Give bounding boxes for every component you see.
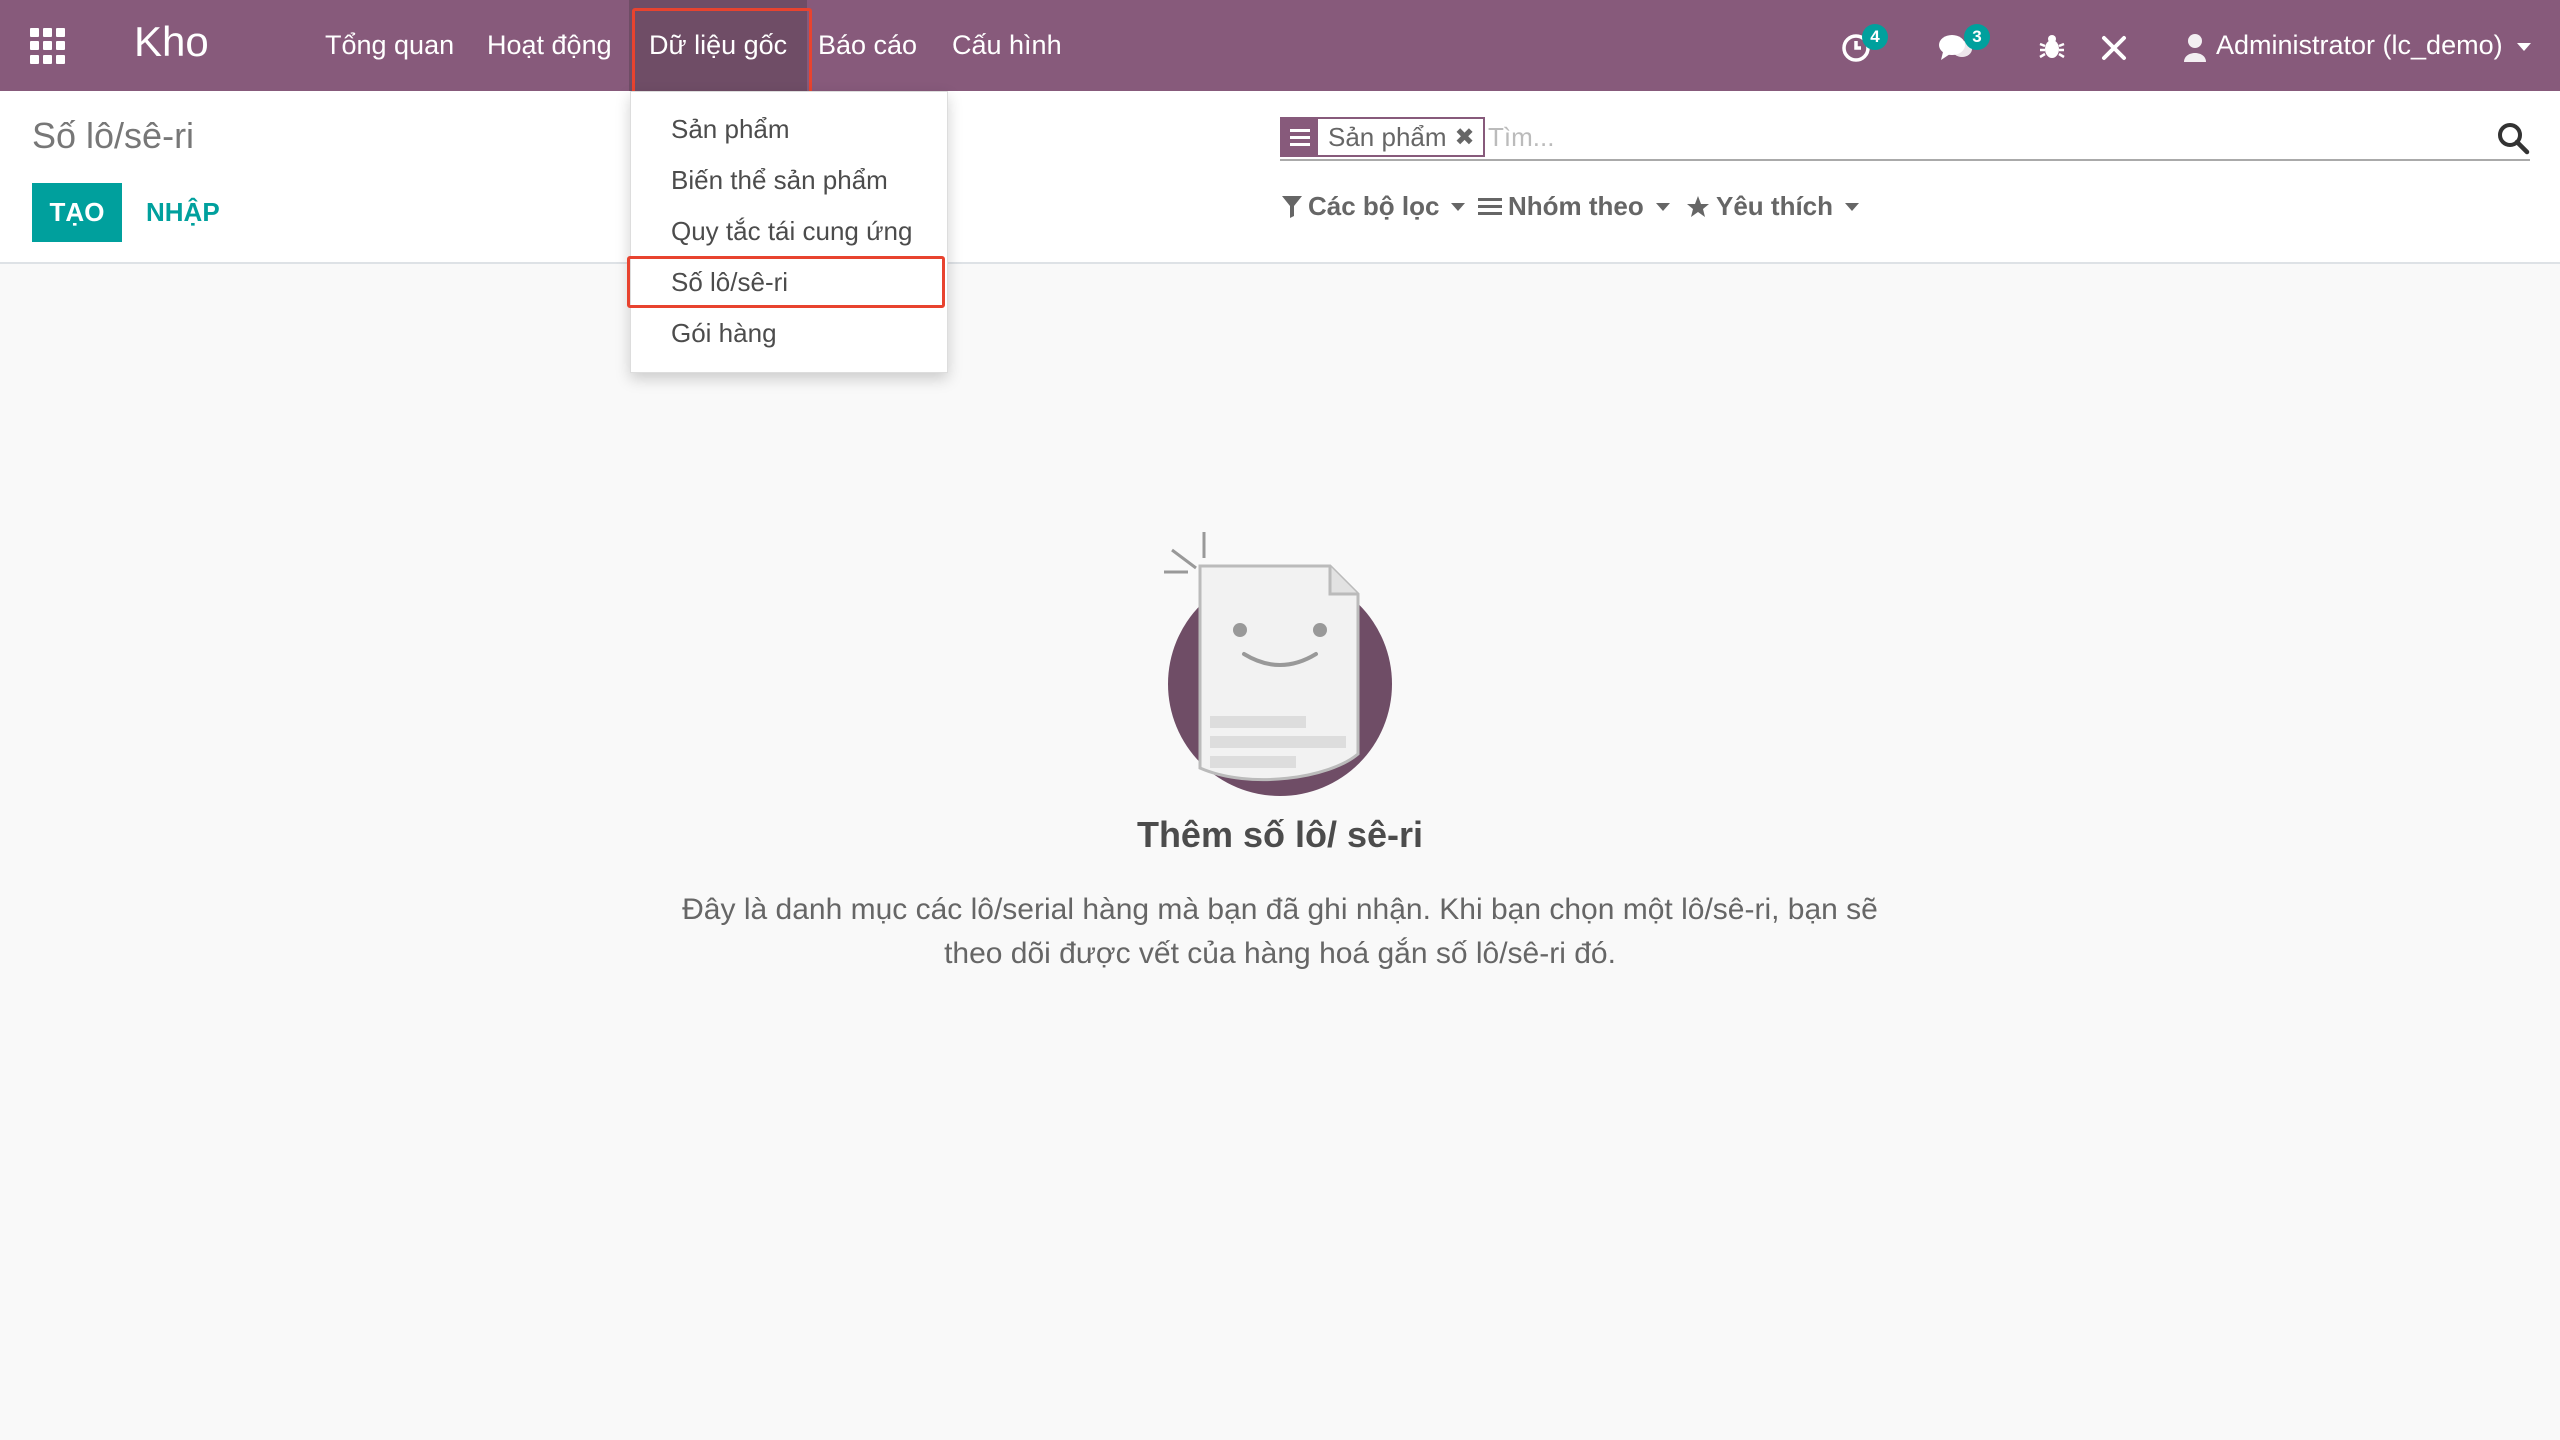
menu-configuration[interactable]: Cấu hình [952, 0, 1062, 91]
empty-state-line-2: theo dõi được vết của hàng hoá gắn số lô… [944, 937, 1616, 970]
user-name: Administrator (lc_demo) [2216, 30, 2503, 60]
dropdown-item-product-variants[interactable]: Biến thể sản phẩm [671, 165, 888, 196]
empty-state-description: Đây là danh mục các lô/serial hàng mà bạ… [680, 888, 1880, 976]
list-icon [1478, 197, 1502, 215]
menu-overview[interactable]: Tổng quan [325, 0, 454, 91]
empty-state-line-1: Đây là danh mục các lô/serial hàng mà bạ… [682, 893, 1878, 926]
groupby-list-icon [1282, 119, 1318, 155]
filter-icon [1282, 195, 1302, 218]
empty-state-title: Thêm số lô/ sê-ri [1136, 814, 1424, 855]
filters-dropdown[interactable]: Các bộ lọc [1282, 191, 1466, 222]
chevron-down-icon [1655, 202, 1670, 211]
menu-operations[interactable]: Hoạt động [487, 0, 612, 91]
search-input[interactable] [1488, 117, 2468, 157]
groupby-label: Nhóm theo [1508, 191, 1644, 221]
activity-badge: 4 [1862, 24, 1888, 50]
groupby-dropdown[interactable]: Nhóm theo [1478, 191, 1670, 222]
chevron-down-icon [2516, 42, 2531, 51]
messages-icon[interactable]: 3 [1938, 24, 2002, 66]
page-title: Số lô/sê-ri [32, 115, 195, 156]
facet-remove-icon[interactable]: ✖ [1455, 123, 1483, 152]
empty-document-illustration [1164, 532, 1392, 796]
dropdown-item-packages[interactable]: Gói hàng [671, 318, 777, 349]
master-data-dropdown: Sản phẩm Biến thể sản phẩm Quy tắc tái c… [627, 91, 948, 373]
activity-icon[interactable]: 4 [1840, 24, 1900, 66]
top-navbar: Kho Tổng quan Hoạt động Dữ liệu gốc Báo … [0, 0, 2560, 98]
debug-bug-icon[interactable] [2038, 26, 2068, 66]
search-icon[interactable] [2496, 121, 2530, 155]
favorites-dropdown[interactable]: Yêu thích [1686, 191, 1860, 222]
dropdown-item-lots-serials[interactable]: Số lô/sê-ri [671, 267, 788, 298]
user-menu[interactable]: Administrator (lc_demo) [2184, 0, 2531, 91]
menu-reporting[interactable]: Báo cáo [818, 0, 917, 91]
create-button[interactable]: TẠO [32, 183, 122, 242]
chevron-down-icon [1451, 202, 1466, 211]
chevron-down-icon [1845, 202, 1860, 211]
filters-label: Các bộ lọc [1308, 191, 1440, 221]
search-facet[interactable]: Sản phẩm ✖ [1280, 117, 1485, 157]
import-button[interactable]: NHẬP [146, 183, 220, 242]
star-icon [1687, 195, 1709, 217]
apps-menu-icon[interactable] [30, 28, 66, 64]
favorites-label: Yêu thích [1716, 191, 1834, 221]
user-avatar-icon [2184, 33, 2206, 62]
search-bar: Sản phẩm ✖ [1280, 115, 2530, 161]
app-brand[interactable]: Kho [134, 18, 209, 66]
tools-icon[interactable] [2100, 26, 2130, 66]
messages-badge: 3 [1964, 24, 1990, 50]
dropdown-item-products[interactable]: Sản phẩm [671, 114, 790, 145]
dropdown-item-reordering-rules[interactable]: Quy tắc tái cung ứng [671, 216, 912, 247]
menu-master-data[interactable]: Dữ liệu gốc [629, 0, 808, 91]
control-panel: Số lô/sê-ri TẠO NHẬP Sản phẩm ✖ Các bộ l… [0, 91, 2560, 264]
facet-label: Sản phẩm [1328, 121, 1447, 152]
